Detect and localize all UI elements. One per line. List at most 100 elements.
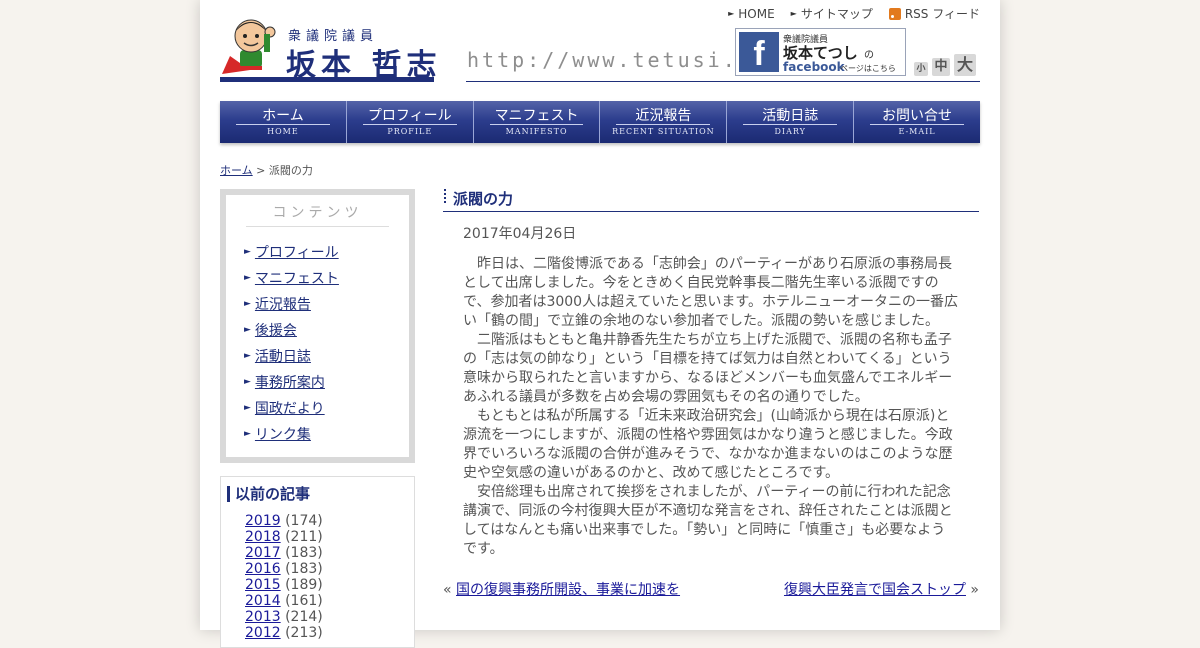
archive-item: 2019 (174) [245,513,323,529]
nav-rule [236,124,330,125]
article-header: 派閥の力 [443,187,979,212]
nav-label-en: PROFILE [387,127,433,136]
triangle-right-icon: ► [244,429,251,439]
triangle-right-icon: ► [244,351,251,361]
sidebar-link[interactable]: 国政だより [255,398,325,418]
facebook-icon: f [739,32,779,73]
article-body: 昨日は、二階俊博派である「志帥会」のパーティーがあり石原派の事務局長として出席し… [463,255,959,559]
archive-year-link[interactable]: 2012 [245,625,281,641]
triangle-right-icon: ► [244,247,251,257]
header-divider [220,77,434,82]
top-link-label: HOME [738,6,775,21]
archive-count: (189) [285,577,323,593]
nav-rule [616,124,711,125]
archive-count: (183) [285,545,323,561]
pager-next-mark: » [970,582,979,598]
archive-item: 2017 (183) [245,545,323,561]
next-article-link[interactable]: 復興大臣発言で国会ストップ [784,582,966,598]
nav-rule [489,124,584,125]
archive-year-link[interactable]: 2019 [245,513,281,529]
archive-year-link[interactable]: 2015 [245,577,281,593]
triangle-right-icon: ► [244,299,251,309]
sidebar-link[interactable]: 後援会 [255,320,297,340]
font-size-small-button[interactable]: 小 [914,62,928,76]
page-container: 衆議院議員 坂本 哲志 http://www.tetusi.com ► HOME … [200,0,1000,648]
archive-item: 2012 (213) [245,625,323,641]
nav-label-en: E-MAIL [898,127,936,136]
nav-item-home[interactable]: ホーム HOME [220,101,347,143]
breadcrumb-separator: > [252,164,269,177]
top-link-rss[interactable]: RSS フィード [888,5,980,22]
nav-label-en: HOME [267,127,299,136]
facebook-banner[interactable]: f 衆議院議員 坂本てつし の facebook ページはこちら [735,28,906,76]
archive-year-link[interactable]: 2017 [245,545,281,561]
nav-item-manifesto[interactable]: マニフェスト MANIFESTO [474,101,601,143]
archive-count: (213) [285,625,323,641]
nav-item-recent[interactable]: 近況報告 RECENT SITUATION [600,101,728,143]
archive-year-link[interactable]: 2016 [245,561,281,577]
sidebar-contents-inner: コンテンツ ► プロフィール ► マニフェスト ► 近況報告 ► 後援会 ► 活動日誌 ►… [226,195,409,457]
sidebar-link[interactable]: 事務所案内 [255,372,325,392]
nav-item-email[interactable]: お問い合せ E-MAIL [854,101,980,143]
nav-label: お問い合せ [882,108,953,124]
archive-item: 2016 (183) [245,561,323,577]
archive-year-link[interactable]: 2014 [245,593,281,609]
sidebar-archive-box: 以前の記事 2019 (174) 2018 (211) 2017 (183) 2… [220,476,415,648]
archive-item: 2014 (161) [245,593,323,609]
top-link-label: RSS フィード [904,7,980,21]
facebook-banner-word: facebook [783,60,845,74]
sidebar-item-manifesto: ► マニフェスト [244,265,339,291]
top-link-sitemap[interactable]: ► サイトマップ [791,5,873,22]
archive-year-link[interactable]: 2013 [245,609,281,625]
top-links: ► HOME ► サイトマップ RSS フィード [728,5,980,22]
nav-label: マニフェスト [494,108,579,124]
nav-label-en: DIARY [774,127,806,136]
prev-article-link[interactable]: 国の復興事務所開設、事業に加速を [456,582,680,598]
sidebar-link[interactable]: プロフィール [255,242,339,262]
archive-year-link[interactable]: 2018 [245,529,281,545]
triangle-right-icon: ► [244,325,251,335]
nav-label: 活動日誌 [762,108,819,124]
header-divider-thin [466,81,980,82]
triangle-right-icon: ► [728,9,735,18]
archive-count: (174) [285,513,323,529]
nav-rule [362,124,457,125]
sidebar-item-supporters: ► 後援会 [244,317,339,343]
sidebar-link[interactable]: 近況報告 [255,294,311,314]
archive-count: (211) [285,529,323,545]
nav-item-profile[interactable]: プロフィール PROFILE [347,101,474,143]
sidebar-item-newsletter: ► 国政だより [244,395,339,421]
article-paragraph: 二階派はもともと亀井静香先生たちが立ち上げた派閥で、派閥の名称も孟子の「志は気の… [463,332,953,405]
sidebar-contents-rule [246,226,389,227]
nav-label-en: RECENT SITUATION [612,127,715,136]
sidebar-link[interactable]: リンク集 [255,424,311,444]
title-marker-icon [444,189,446,205]
sidebar-link[interactable]: マニフェスト [255,268,339,288]
pager-next: 復興大臣発言で国会ストップ » [784,579,979,599]
mascot-logo-icon [222,19,276,74]
sidebar-item-office: ► 事務所案内 [244,369,339,395]
top-link-home[interactable]: ► HOME [728,7,775,21]
sidebar-link[interactable]: 活動日誌 [255,346,311,366]
sidebar-contents-box: コンテンツ ► プロフィール ► マニフェスト ► 近況報告 ► 後援会 ► 活動日誌 ►… [220,189,415,463]
archive-count: (214) [285,609,323,625]
sidebar-archive-list: 2019 (174) 2018 (211) 2017 (183) 2016 (1… [245,513,323,641]
archive-item: 2015 (189) [245,577,323,593]
rss-icon [888,7,901,20]
sidebar-item-links: ► リンク集 [244,421,339,447]
nav-label-en: MANIFESTO [505,127,568,136]
archive-count: (183) [285,561,323,577]
facebook-banner-here: ページはこちら [840,64,896,73]
site-header: 衆議院議員 坂本 哲志 http://www.tetusi.com ► HOME … [220,0,980,90]
article-title: 派閥の力 [453,190,514,208]
font-size-medium-button[interactable]: 中 [932,58,950,76]
breadcrumb: ホーム > 派閥の力 [220,162,313,178]
facebook-banner-no: の [864,50,874,61]
nav-rule [743,124,838,125]
breadcrumb-home-link[interactable]: ホーム [220,164,253,177]
font-size-large-button[interactable]: 大 [954,54,976,76]
triangle-right-icon: ► [790,9,797,18]
nav-item-diary[interactable]: 活動日誌 DIARY [727,101,855,143]
nav-label: プロフィール [367,108,452,124]
article-paragraph: 安倍総理も出席されて挨拶をされましたが、パーティーの前に行われた記念講演で、同派… [463,484,953,557]
